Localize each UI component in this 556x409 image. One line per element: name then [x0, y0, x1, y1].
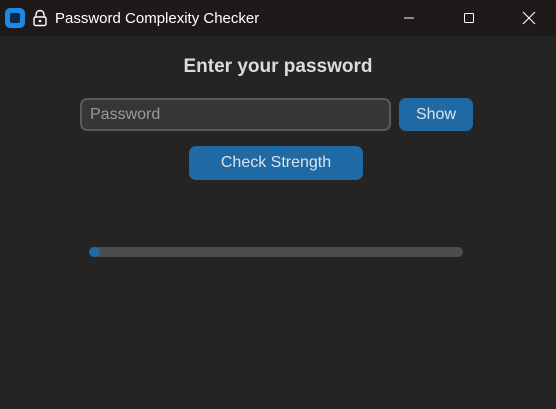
show-password-button[interactable]: Show: [399, 98, 473, 131]
window-title: Password Complexity Checker: [55, 10, 260, 27]
close-icon: [522, 11, 536, 25]
minimize-button[interactable]: [386, 0, 432, 36]
app-window: Password Complexity Checker Enter your p…: [0, 0, 556, 409]
app-icon: [5, 8, 25, 28]
minimize-icon: [404, 17, 414, 19]
strength-progress-fill: [89, 247, 101, 257]
strength-progress-bar: [89, 247, 463, 257]
close-button[interactable]: [506, 0, 552, 36]
lock-icon: [31, 9, 49, 27]
check-strength-button[interactable]: Check Strength: [189, 146, 363, 180]
title-bar[interactable]: Password Complexity Checker: [0, 0, 556, 36]
maximize-button[interactable]: [446, 0, 492, 36]
page-heading: Enter your password: [183, 56, 373, 77]
maximize-icon: [464, 13, 474, 23]
password-input[interactable]: [80, 98, 391, 131]
